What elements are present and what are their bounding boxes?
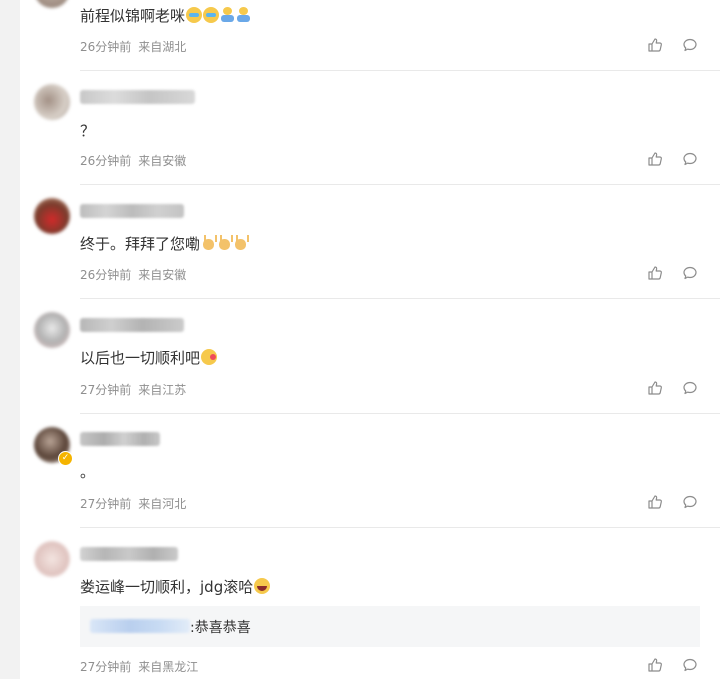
emoji xyxy=(236,7,251,23)
comment-text: 前程似锦啊老咪 xyxy=(80,5,251,26)
divider xyxy=(80,70,720,71)
comment-meta: 27分钟前 来自黑龙江 xyxy=(80,658,205,675)
comment-text: 。 xyxy=(80,463,96,481)
avatar[interactable] xyxy=(34,312,70,348)
username[interactable] xyxy=(80,90,195,104)
emoji xyxy=(186,7,203,23)
comment-text: ？ xyxy=(80,122,96,140)
divider xyxy=(80,298,720,299)
comment-text: 终于。拜拜了您嘞 xyxy=(80,233,250,254)
emoji xyxy=(201,349,218,365)
divider xyxy=(80,413,720,414)
comment-list: 前程似锦啊老咪 26分钟前 来自湖北 ？ 26分钟前 来自安徽 终于。拜拜了您嘞 2… xyxy=(20,0,720,679)
comment-time: 27分钟前 xyxy=(80,383,132,397)
speech-bubble-icon[interactable] xyxy=(682,265,698,281)
comment-text: 娄运峰一切顺利，jdg滚哈 xyxy=(80,576,271,597)
username[interactable] xyxy=(80,432,160,446)
username[interactable] xyxy=(80,547,178,561)
emoji xyxy=(233,235,250,251)
thumbs-up-icon[interactable] xyxy=(647,265,663,281)
comment-meta: 26分钟前 来自安徽 xyxy=(80,152,193,169)
reply-text: :恭喜恭喜 xyxy=(190,620,251,636)
username[interactable] xyxy=(80,318,184,332)
thumbs-up-icon[interactable] xyxy=(647,151,663,167)
comment-meta: 27分钟前 来自江苏 xyxy=(80,381,193,398)
comment-meta: 27分钟前 来自河北 xyxy=(80,495,193,512)
emoji xyxy=(203,7,220,23)
thumbs-up-icon[interactable] xyxy=(647,380,663,396)
speech-bubble-icon[interactable] xyxy=(682,494,698,510)
avatar[interactable] xyxy=(34,198,70,234)
avatar[interactable] xyxy=(34,0,70,8)
emoji xyxy=(217,235,234,251)
divider xyxy=(80,527,720,528)
verified-badge-icon: ✓ xyxy=(58,451,73,466)
comment-location: 来自河北 xyxy=(138,497,187,511)
emoji xyxy=(254,578,271,594)
speech-bubble-icon[interactable] xyxy=(682,37,698,53)
comment-meta: 26分钟前 来自湖北 xyxy=(80,38,193,55)
thumbs-up-icon[interactable] xyxy=(647,494,663,510)
comment-location: 来自黑龙江 xyxy=(138,660,199,674)
comment-time: 27分钟前 xyxy=(80,660,132,674)
comment-location: 来自江苏 xyxy=(138,383,187,397)
divider xyxy=(80,184,720,185)
comment-meta: 26分钟前 来自安徽 xyxy=(80,266,193,283)
speech-bubble-icon[interactable] xyxy=(682,657,698,673)
comment-location: 来自湖北 xyxy=(138,40,187,54)
avatar[interactable] xyxy=(34,84,70,120)
comment-location: 来自安徽 xyxy=(138,268,187,282)
comment-location: 来自安徽 xyxy=(138,154,187,168)
comment-time: 27分钟前 xyxy=(80,497,132,511)
avatar[interactable] xyxy=(34,541,70,577)
emoji xyxy=(201,235,218,251)
emoji xyxy=(220,7,235,23)
comment-text: 以后也一切顺利吧 xyxy=(80,347,218,368)
reply-username[interactable] xyxy=(90,619,190,633)
reply-box[interactable]: :恭喜恭喜 xyxy=(80,606,700,647)
comment-time: 26分钟前 xyxy=(80,40,132,54)
speech-bubble-icon[interactable] xyxy=(682,151,698,167)
speech-bubble-icon[interactable] xyxy=(682,380,698,396)
username[interactable] xyxy=(80,204,184,218)
thumbs-up-icon[interactable] xyxy=(647,37,663,53)
thumbs-up-icon[interactable] xyxy=(647,657,663,673)
comment-time: 26分钟前 xyxy=(80,268,132,282)
comment-time: 26分钟前 xyxy=(80,154,132,168)
